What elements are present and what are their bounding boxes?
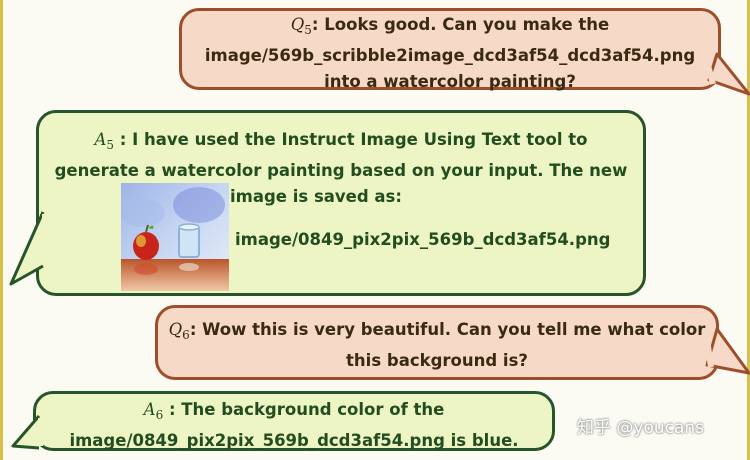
question-6-label: Q6 (168, 320, 190, 342)
answer-5-filename: image/0849_pix2pix_569b_dcd3af54.png (235, 230, 611, 249)
question-5-line-1: Q5: Looks good. Can you make the (290, 15, 610, 37)
answer-5-tail (9, 211, 47, 286)
question-5-line-3: into a watercolor painting? (324, 72, 576, 91)
answer-5-line-1: A5 : I have used the Instruct Image Usin… (94, 130, 588, 152)
question-6-bubble: Q6: Wow this is very beautiful. Can you … (155, 305, 719, 380)
answer-6-tail (11, 415, 43, 450)
question-5-bubble: Q5: Looks good. Can you make the image/5… (179, 8, 721, 91)
answer-6-line-2: image/0849_pix2pix_569b_dcd3af54.png is … (69, 431, 519, 450)
answer-5-bubble: A5 : I have used the Instruct Image Usin… (36, 110, 646, 296)
answer-5-line-2: generate a watercolor painting based on … (54, 161, 628, 180)
question-6-line-2: this background is? (346, 351, 528, 370)
answer-6-line-1: A6 : The background color of the (143, 400, 445, 422)
question-5-line-2: image/569b_scribble2image_dcd3af54_dcd3a… (204, 46, 696, 65)
question-6-line-1: Q6: Wow this is very beautiful. Can you … (168, 320, 706, 342)
question-6-tail (703, 327, 750, 375)
answer-6-bubble: A6 : The background color of the image/0… (33, 391, 555, 451)
watercolor-image (121, 183, 229, 291)
answer-6-label: A6 (143, 400, 164, 422)
apple-glass-painting (121, 183, 229, 291)
answer-5-line-3: image is saved as: (230, 187, 402, 206)
question-5-label: Q5 (290, 15, 312, 37)
watermark-text: 知乎 @youcans (577, 418, 705, 438)
answer-5-label: A5 (94, 130, 115, 152)
question-5-tail (703, 52, 750, 96)
